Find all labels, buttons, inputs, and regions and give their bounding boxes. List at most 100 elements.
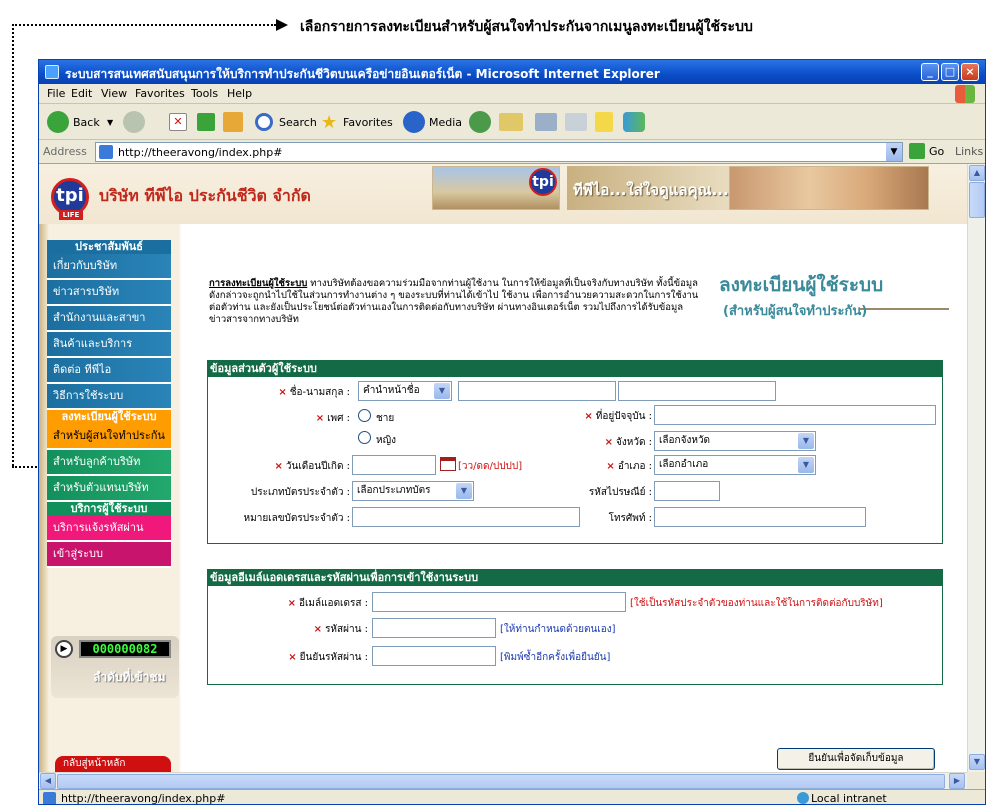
sex-female-radio[interactable] — [358, 431, 371, 444]
email-input[interactable] — [372, 592, 626, 612]
scroll-down-icon[interactable]: ▼ — [969, 754, 985, 770]
menu-edit[interactable]: Edit — [71, 87, 92, 100]
banner-family-photo — [729, 166, 929, 210]
back-button[interactable]: Back — [73, 116, 100, 129]
chevron-down-icon[interactable]: ▼ — [798, 457, 814, 473]
scroll-left-icon[interactable]: ◀ — [40, 773, 56, 789]
media-icon[interactable] — [403, 111, 425, 133]
phone-input[interactable] — [654, 507, 866, 527]
refresh-icon[interactable] — [197, 113, 215, 131]
sex-male-radio[interactable] — [358, 409, 371, 422]
address-url: http://theeravong/index.php# — [118, 146, 283, 159]
confirm-password-hint: [พิมพ์ซ้ำอีกครั้งเพื่อยืนยัน] — [500, 652, 611, 663]
chevron-down-icon[interactable]: ▼ — [434, 383, 450, 399]
province-value: เลือกจังหวัด — [659, 435, 711, 446]
back-icon[interactable] — [47, 111, 69, 133]
sidebar-item[interactable]: สำนักงานและสาขา — [47, 306, 171, 332]
birthdate-input[interactable] — [352, 455, 436, 475]
media-button[interactable]: Media — [429, 116, 462, 129]
password-input[interactable] — [372, 618, 496, 638]
maximize-button[interactable]: □ — [941, 63, 959, 81]
card-type-value: เลือกประเภทบัตร — [357, 485, 431, 496]
visitor-counter: ▶ 000000082 ลำดับที่เข้าชม — [51, 636, 179, 698]
vertical-scroll-thumb[interactable] — [969, 182, 985, 218]
print-icon[interactable] — [535, 113, 557, 131]
sidebar-item[interactable]: วิธีการใช้ระบบ — [47, 384, 171, 410]
discuss-icon[interactable] — [595, 112, 613, 132]
search-button[interactable]: Search — [279, 116, 317, 129]
sidebar-item[interactable]: ข่าวสารบริษัท — [47, 280, 171, 306]
province-select[interactable]: เลือกจังหวัด ▼ — [654, 431, 816, 451]
province-label: × จังหวัด : — [604, 437, 652, 448]
vertical-scrollbar[interactable]: ▲ ▼ — [967, 164, 985, 772]
banner-logo: tpi — [529, 168, 557, 196]
district-select[interactable]: เลือกอำเภอ ▼ — [654, 455, 816, 475]
forward-icon[interactable] — [123, 111, 145, 133]
section-title: ลงทะเบียนผู้ใช้ระบบ — [719, 274, 884, 296]
district-value: เลือกอำเภอ — [659, 459, 709, 470]
phone-label: โทรศัพท์ : — [608, 513, 652, 524]
address-input[interactable] — [654, 405, 936, 425]
home-icon[interactable] — [223, 112, 243, 132]
title-prefix-select[interactable]: คำนำหน้าชื่อ ▼ — [358, 381, 452, 401]
email-label: × อีเมล์แอดเดรส : — [287, 598, 368, 609]
zip-input[interactable] — [654, 481, 720, 501]
company-logo-sub: LIFE — [59, 210, 83, 220]
first-name-input[interactable] — [458, 381, 616, 401]
sidebar-item[interactable]: เกี่ยวกับบริษัท — [47, 254, 171, 280]
scroll-up-icon[interactable]: ▲ — [969, 165, 985, 181]
back-dropdown-icon[interactable]: ▼ — [107, 118, 113, 127]
title-bar[interactable]: ระบบสารสนเทศสนับสนุนการให้บริการทำประกัน… — [39, 60, 985, 84]
sidebar-heading: บริการผู้ใช้ระบบ — [47, 502, 171, 516]
messenger-icon[interactable] — [623, 112, 645, 132]
banner-slogan: ทีพีไอ...ใส่ใจดูแลคุณ... — [573, 181, 729, 199]
minimize-button[interactable]: _ — [921, 63, 939, 81]
password-label: × รหัสผ่าน : — [313, 624, 368, 635]
scroll-right-icon[interactable]: ▶ — [949, 773, 965, 789]
last-name-input[interactable] — [618, 381, 776, 401]
search-icon[interactable] — [255, 113, 273, 131]
title-prefix-value: คำนำหน้าชื่อ — [363, 385, 420, 396]
calendar-icon[interactable] — [440, 457, 456, 471]
section-subtitle: (สำหรับผู้สนใจทำประกัน) — [723, 304, 868, 319]
sidebar-item[interactable]: สินค้าและบริการ — [47, 332, 171, 358]
menu-help[interactable]: Help — [227, 87, 252, 100]
sidebar-item[interactable]: บริการแจ้งรหัสผ่าน — [47, 516, 171, 542]
card-type-select[interactable]: เลือกประเภทบัตร ▼ — [352, 481, 474, 501]
mail-icon[interactable] — [499, 113, 523, 131]
page-viewport: tpi LIFE บริษัท ทีพีไอ ประกันชีวิต จำกัด… — [39, 164, 967, 772]
back-home-button[interactable]: กลับสู่หน้าหลัก — [55, 756, 171, 772]
menu-tools[interactable]: Tools — [191, 87, 218, 100]
horizontal-scroll-thumb[interactable] — [57, 774, 945, 789]
sidebar-item[interactable]: สำหรับผู้สนใจทำประกัน — [47, 424, 171, 450]
stop-icon[interactable]: ✕ — [169, 113, 187, 131]
company-name: บริษัท ทีพีไอ ประกันชีวิต จำกัด — [99, 186, 311, 205]
menu-view[interactable]: View — [101, 87, 127, 100]
horizontal-scrollbar[interactable]: ◀ ▶ — [39, 772, 967, 789]
sidebar-item[interactable]: ติดต่อ ทีพีไอ — [47, 358, 171, 384]
edit-icon[interactable] — [565, 113, 587, 131]
chevron-down-icon[interactable]: ▼ — [456, 483, 472, 499]
chevron-down-icon[interactable]: ▼ — [798, 433, 814, 449]
favorites-icon[interactable]: ★ — [321, 112, 337, 133]
submit-button[interactable]: ยืนยันเพื่อจัดเก็บข้อมูล — [777, 748, 935, 770]
history-icon[interactable] — [469, 111, 491, 133]
links-button[interactable]: Links — [955, 145, 983, 158]
sidebar-item[interactable]: สำหรับลูกค้าบริษัท — [47, 450, 171, 476]
confirm-password-input[interactable] — [372, 646, 496, 666]
address-input[interactable]: http://theeravong/index.php# ▼ — [95, 142, 903, 162]
menu-file[interactable]: File — [47, 87, 65, 100]
sidebar-item[interactable]: เข้าสู่ระบบ — [47, 542, 171, 568]
address-dropdown-icon[interactable]: ▼ — [886, 143, 902, 161]
close-button[interactable]: × — [961, 63, 979, 81]
browser-window: ระบบสารสนเทศสนับสนุนการให้บริการทำประกัน… — [38, 59, 986, 805]
annotation-line-top — [12, 24, 276, 26]
card-number-input[interactable] — [352, 507, 580, 527]
ie-icon — [45, 65, 59, 79]
menu-favorites[interactable]: Favorites — [135, 87, 185, 100]
sidebar-item[interactable]: สำหรับตัวแทนบริษัท — [47, 476, 171, 502]
favorites-button[interactable]: Favorites — [343, 116, 393, 129]
password-hint: [ให้ท่านกำหนดด้วยตนเอง] — [500, 624, 616, 635]
go-icon[interactable] — [909, 143, 925, 159]
go-button[interactable]: Go — [929, 145, 944, 158]
